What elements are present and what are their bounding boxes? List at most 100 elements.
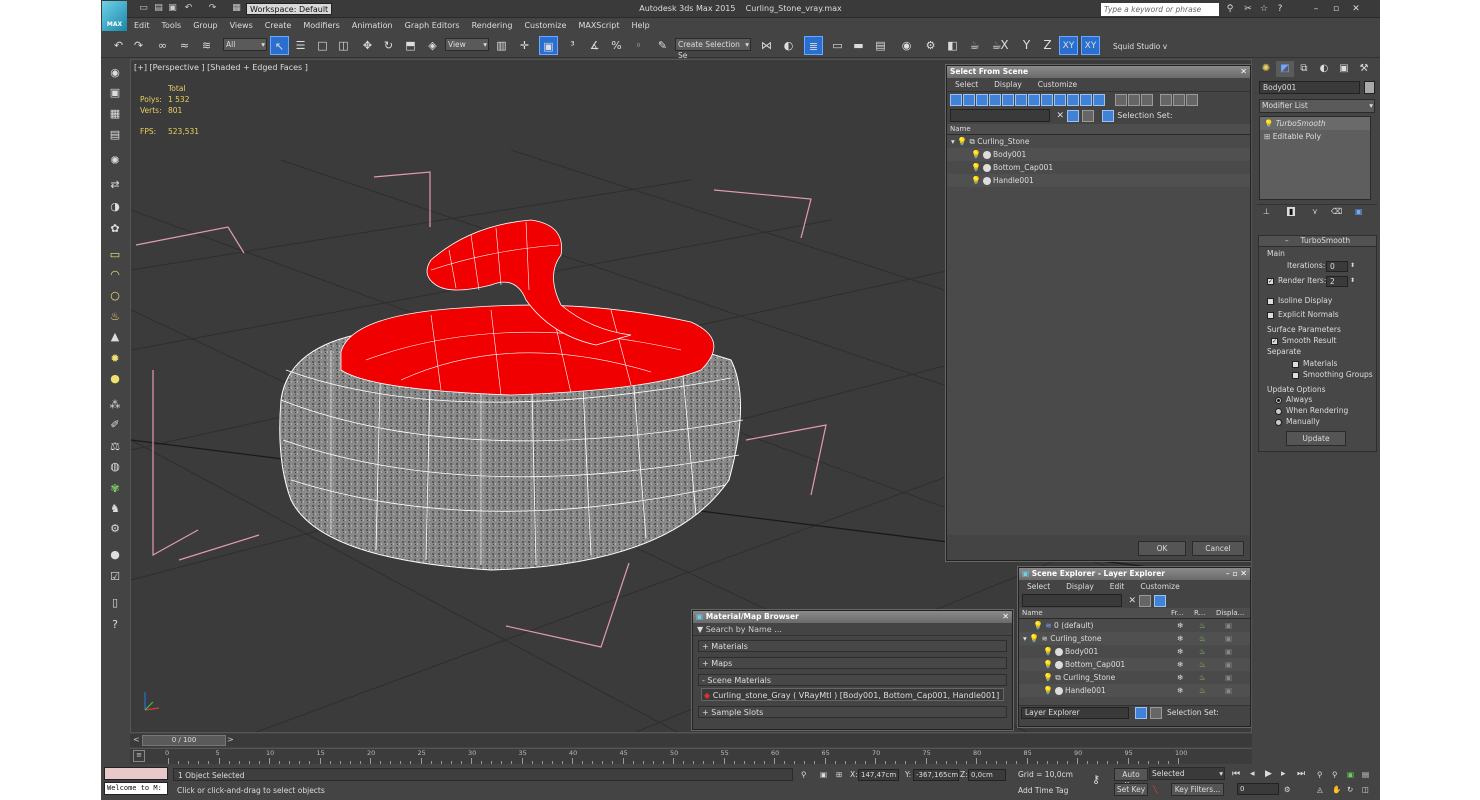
perspective-viewport[interactable]: [+] [Perspective ] [Shaded + Edged Faces… — [130, 59, 1252, 733]
checklist-icon[interactable]: ☑ — [104, 568, 126, 586]
material-browser-close-icon[interactable]: ✕ — [1002, 612, 1009, 621]
scale-button[interactable]: ⬒ — [401, 36, 420, 55]
table-icon[interactable]: ▤ — [104, 126, 126, 144]
bulb-icon[interactable]: 💡 — [1264, 119, 1273, 128]
sample-slots-section[interactable]: + Sample Slots — [698, 706, 1007, 718]
when-rendering-radio[interactable] — [1275, 407, 1282, 415]
se-menu-select[interactable]: Select — [1019, 580, 1058, 593]
motion-tab-icon[interactable]: ◐ — [1315, 61, 1333, 77]
select-none-icon[interactable] — [1127, 94, 1140, 106]
layers-icon[interactable] — [1082, 109, 1095, 122]
se-find-icon[interactable] — [1138, 594, 1151, 607]
menu-customize[interactable]: Customize — [518, 18, 572, 33]
create-tab-icon[interactable]: ✺ — [1257, 61, 1275, 77]
snap-3-button[interactable]: ³ — [563, 36, 582, 55]
orbit-icon[interactable]: ↻ — [1347, 783, 1353, 796]
menu-views[interactable]: Views — [224, 18, 259, 33]
menu-rendering[interactable]: Rendering — [466, 18, 519, 33]
isolate-icon[interactable]: ▣ — [820, 768, 827, 781]
plus-icon[interactable]: ⊞ — [1264, 132, 1270, 141]
menu-group[interactable]: Group — [187, 18, 223, 33]
light-icon[interactable]: ✺ — [104, 152, 126, 170]
render-teapot-icon[interactable]: ♨ — [1199, 671, 1206, 684]
pivot-button[interactable]: ▥ — [492, 36, 511, 55]
grass-icon[interactable]: ✾ — [104, 480, 126, 498]
measure-icon[interactable]: ⚖ — [104, 438, 126, 456]
when-rendering-row[interactable]: When Rendering — [1259, 406, 1376, 416]
scene-explorer-window-buttons[interactable]: – ▫ ✕ — [1226, 569, 1247, 578]
render-teapot-icon[interactable]: ♨ — [1199, 645, 1206, 658]
modify-tab-icon[interactable]: ◩ — [1276, 61, 1294, 77]
display-xrefs-icon[interactable] — [1041, 94, 1053, 106]
help-icon[interactable]: ? — [1273, 3, 1287, 15]
go-to-start-icon[interactable]: ⏮ — [1232, 768, 1240, 781]
key-icon[interactable]: ⚷ — [1092, 773, 1100, 786]
curve-editor-button[interactable]: ▬ — [849, 36, 868, 55]
se-col-name[interactable]: Name — [1022, 608, 1043, 619]
se-selection-set-label[interactable]: Selection Set: — [1167, 708, 1219, 717]
menu-graph-editors[interactable]: Graph Editors — [399, 18, 466, 33]
display-icon[interactable]: ▣ — [1225, 671, 1232, 684]
sfs-menu-select[interactable]: Select — [947, 78, 986, 91]
maxscript-listener-top[interactable] — [104, 767, 168, 780]
freeze-icon[interactable]: ❄ — [1177, 645, 1183, 658]
tree-row[interactable]: 💡 Bottom_Cap001 ❄ ♨ ▣ — [1019, 658, 1250, 671]
help-circle-icon[interactable]: ? — [104, 616, 126, 634]
axis-xy-button[interactable]: XY — [1059, 36, 1078, 55]
manually-radio[interactable] — [1275, 418, 1282, 426]
time-config-icon[interactable]: ⚙ — [1284, 783, 1291, 796]
track-bar-menu-icon[interactable]: ≡ — [133, 750, 145, 762]
place-button[interactable]: ◈ — [423, 36, 442, 55]
rollout-title[interactable]: – TurboSmooth — [1259, 236, 1376, 247]
light-bulb-icon[interactable]: 💡 — [1029, 634, 1039, 643]
rotate-button[interactable]: ↻ — [379, 36, 398, 55]
select-invert-icon[interactable] — [1140, 94, 1153, 106]
search-input[interactable]: Type a keyword or phrase — [1101, 3, 1219, 16]
light-bulb-icon[interactable]: 💡 — [1043, 686, 1053, 695]
se-menu-edit[interactable]: Edit — [1102, 580, 1133, 593]
doc-icon[interactable]: ▯ — [104, 594, 126, 612]
pan-icon[interactable]: ✋ — [1332, 783, 1341, 796]
tree-row[interactable]: ▾ 💡 ⧉ Curling_Stone — [947, 135, 1250, 148]
render-iters-input[interactable]: 2 — [1326, 276, 1348, 287]
utilities-tab-icon[interactable]: ⚒ — [1355, 61, 1373, 77]
project-icon[interactable]: ▦ — [231, 3, 242, 14]
make-unique-icon[interactable]: ⋎ — [1312, 207, 1318, 216]
dialog-close-icon[interactable]: ✕ — [1240, 67, 1247, 76]
binoculars-icon[interactable]: ⚲ — [1223, 3, 1237, 15]
se-col-display[interactable]: Displa... — [1216, 608, 1244, 619]
align-button[interactable]: ◐ — [779, 36, 798, 55]
zoom-extents-icon[interactable]: ▣ — [1347, 768, 1354, 781]
materials-section[interactable]: + Materials — [698, 640, 1007, 652]
update-button[interactable]: Update — [1286, 431, 1346, 446]
camera-icon[interactable]: ▣ — [104, 84, 126, 102]
display-bones-icon[interactable] — [1054, 94, 1066, 106]
box-icon[interactable]: ▭ — [104, 246, 126, 264]
time-prev-icon[interactable]: < — [133, 735, 140, 744]
undo-icon[interactable]: ↶ — [183, 3, 194, 14]
link-icon[interactable]: ∞ — [153, 36, 172, 55]
display-icon[interactable]: ▣ — [1225, 619, 1232, 632]
isoline-row[interactable]: Isoline Display — [1259, 296, 1376, 306]
smoothing-groups-checkbox[interactable] — [1292, 371, 1299, 379]
dome-icon[interactable]: ◠ — [104, 266, 126, 284]
configure-sets-icon[interactable]: ▣ — [1355, 207, 1363, 216]
key-set-select[interactable]: Selected — [1149, 767, 1225, 780]
auto-key-button[interactable]: Auto Key — [1114, 768, 1148, 790]
maxscript-listener[interactable]: Welcome to M: — [104, 782, 168, 795]
zoom-all-icon[interactable]: ⚲ — [1332, 768, 1338, 781]
zoom-extents-all-icon[interactable]: ▤ — [1362, 768, 1369, 781]
scene-material-item[interactable]: ◆ Curling_stone_Gray ( VRayMtl ) [Body00… — [701, 688, 1004, 701]
select-by-name-button[interactable]: ☰ — [291, 36, 310, 55]
show-end-result-icon[interactable]: ▮ — [1287, 207, 1296, 216]
se-menu-display[interactable]: Display — [1058, 580, 1102, 593]
select-manipulate-button[interactable]: ✛ — [515, 36, 534, 55]
time-slider-thumb[interactable]: 0 / 100 — [142, 735, 226, 746]
freeze-icon[interactable]: ❄ — [1177, 658, 1183, 671]
percent-snap-button[interactable]: % — [607, 36, 626, 55]
tree-row[interactable]: 💡 ⧉ Curling_Stone ❄ ♨ ▣ — [1019, 671, 1250, 684]
gears-icon[interactable]: ✿ — [104, 220, 126, 238]
sfs-search-input[interactable] — [950, 109, 1050, 122]
ref-coord-select[interactable]: View — [445, 38, 489, 51]
mirror-button[interactable]: ⋈ — [757, 36, 776, 55]
